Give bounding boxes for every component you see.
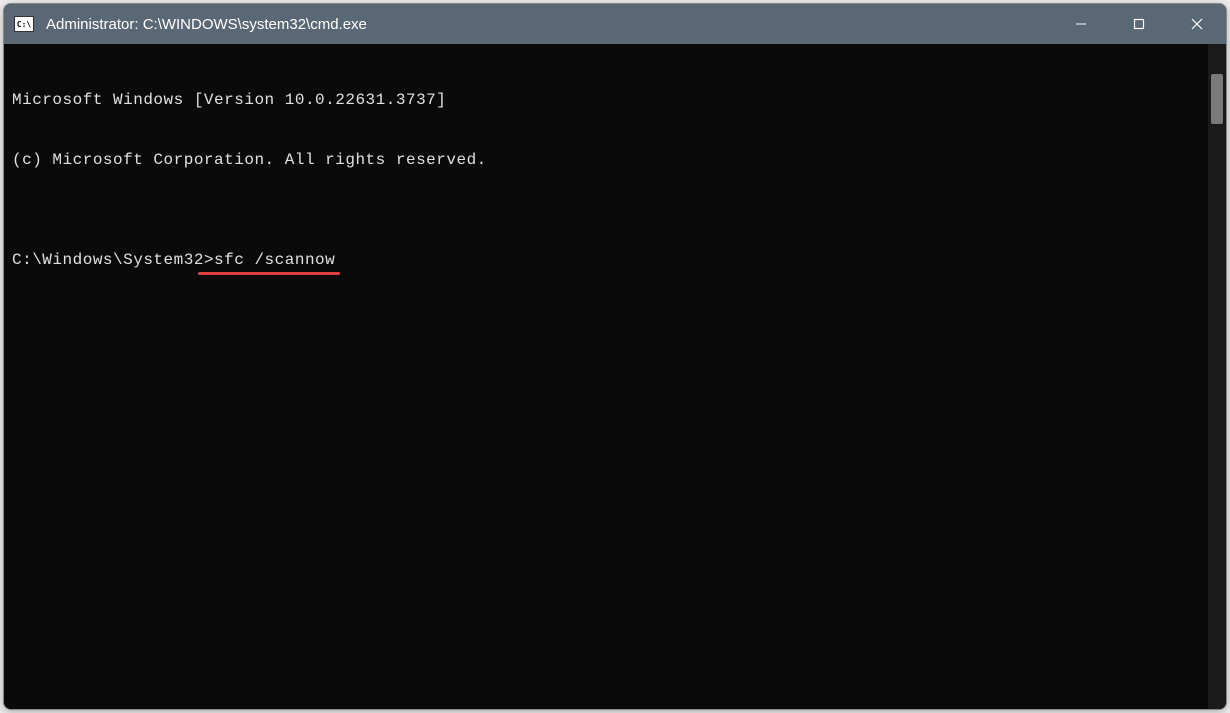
terminal-content[interactable]: Microsoft Windows [Version 10.0.22631.37… — [4, 44, 1208, 709]
cmd-icon: C:\ — [14, 16, 34, 32]
terminal-output-line: (c) Microsoft Corporation. All rights re… — [12, 150, 1200, 170]
terminal-prompt-line: C:\Windows\System32>sfc /scannow — [12, 250, 1200, 270]
scrollbar-track[interactable] — [1208, 44, 1226, 709]
window-controls — [1052, 4, 1226, 44]
terminal-output-line: Microsoft Windows [Version 10.0.22631.37… — [12, 90, 1200, 110]
cmd-icon-label: C:\ — [17, 20, 31, 29]
titlebar[interactable]: C:\ Administrator: C:\WINDOWS\system32\c… — [4, 4, 1226, 44]
minimize-button[interactable] — [1052, 4, 1110, 44]
close-icon — [1191, 18, 1203, 30]
minimize-icon — [1075, 18, 1087, 30]
window-title: Administrator: C:\WINDOWS\system32\cmd.e… — [46, 16, 1052, 33]
terminal-body: Microsoft Windows [Version 10.0.22631.37… — [4, 44, 1226, 709]
annotation-underline — [198, 272, 340, 275]
close-button[interactable] — [1168, 4, 1226, 44]
scrollbar-thumb[interactable] — [1211, 74, 1223, 124]
maximize-button[interactable] — [1110, 4, 1168, 44]
command-prompt-window: C:\ Administrator: C:\WINDOWS\system32\c… — [3, 3, 1227, 710]
maximize-icon — [1133, 18, 1145, 30]
terminal-command: sfc /scannow — [214, 251, 335, 269]
terminal-prompt: C:\Windows\System32> — [12, 251, 214, 269]
